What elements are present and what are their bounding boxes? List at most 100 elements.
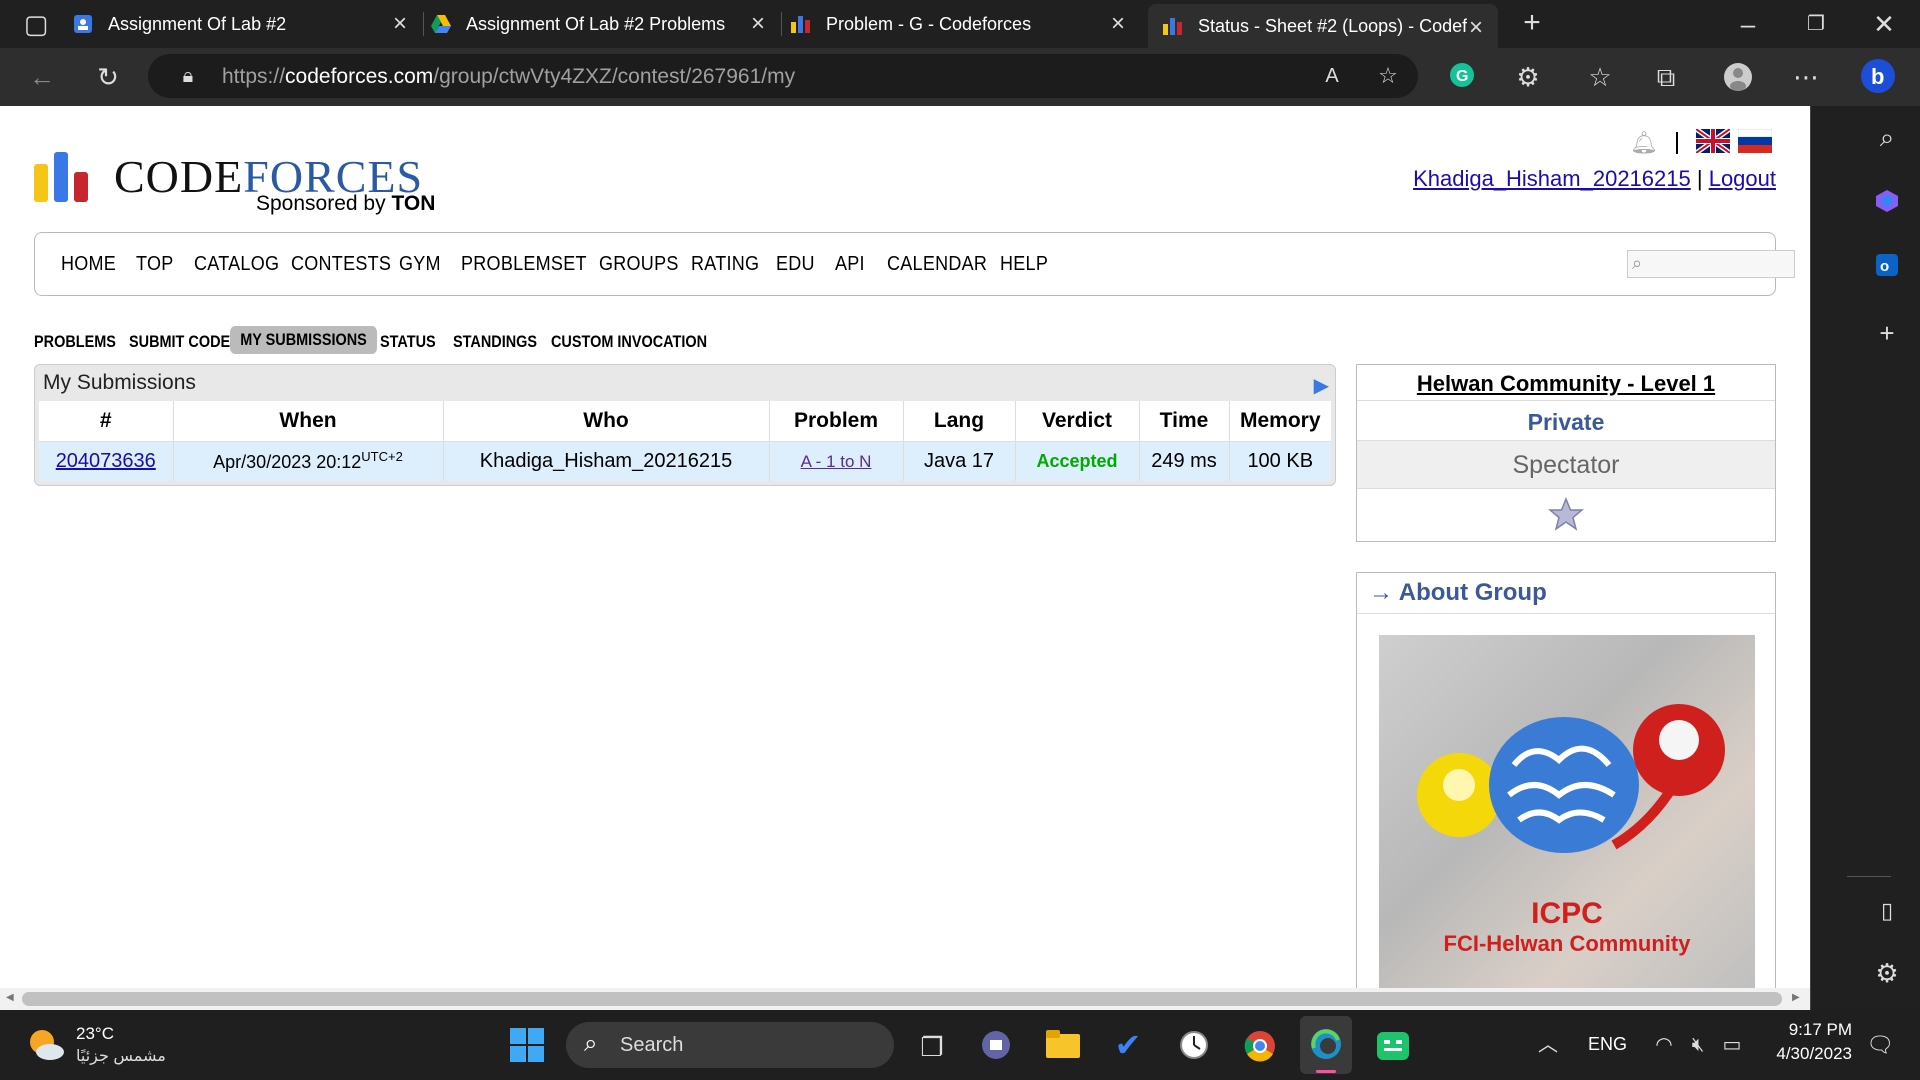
group-name-link[interactable]: Helwan Community - Level 1	[1417, 371, 1715, 396]
problem-link[interactable]: A - 1 to N	[801, 452, 872, 471]
codeforces-logo[interactable]	[34, 142, 94, 202]
tab-4-title: Status - Sheet #2 (Loops) - Codef	[1198, 15, 1468, 36]
add-sidebar-app-icon[interactable]: +	[1871, 318, 1903, 348]
language-flags: 🔔︎	[1630, 126, 1773, 158]
copilot-icon[interactable]	[1871, 188, 1903, 218]
logout-link[interactable]: Logout	[1709, 166, 1776, 191]
submissions-table: # When Who Problem Lang Verdict Time Mem…	[39, 401, 1331, 481]
url-text[interactable]: https://codeforces.com/group/ctwVty4ZXZ/…	[222, 65, 795, 89]
clock-time[interactable]: 9:17 PM	[1788, 1020, 1852, 1040]
nav-calendar[interactable]: CALENDAR	[887, 253, 987, 276]
edge-active-icon[interactable]	[1300, 1016, 1352, 1074]
tab-4-active[interactable]: Status - Sheet #2 (Loops) - Codef ×	[1148, 4, 1498, 48]
subnav-submit-code[interactable]: SUBMIT CODE	[129, 332, 230, 352]
more-icon[interactable]: ⋯	[1790, 62, 1822, 92]
clock-date[interactable]: 4/30/2023	[1770, 1044, 1852, 1064]
chat-app-icon[interactable]	[1376, 1030, 1409, 1060]
nav-home[interactable]: HOME	[61, 253, 116, 276]
wifi-icon[interactable]: ◠	[1648, 1030, 1680, 1060]
clock-app-icon[interactable]	[1178, 1030, 1210, 1060]
submission-id-link[interactable]: 204073636	[56, 450, 156, 472]
horizontal-scrollbar[interactable]: ◀ ▶	[0, 988, 1810, 1010]
svg-text:b: b	[1871, 64, 1884, 89]
read-aloud-icon[interactable]: A	[1316, 61, 1348, 91]
subnav-problems[interactable]: PROBLEMS	[34, 332, 116, 352]
nav-help[interactable]: HELP	[1000, 253, 1048, 276]
settings-icon[interactable]: ⚙	[1871, 958, 1903, 988]
teams-icon[interactable]	[980, 1030, 1012, 1060]
uk-flag-icon[interactable]	[1694, 126, 1732, 158]
search-icon[interactable]: ⌕	[1871, 122, 1903, 152]
nav-problemset[interactable]: PROBLEMSET	[461, 253, 587, 276]
language-indicator[interactable]: ENG	[1588, 1034, 1627, 1055]
profile-icon[interactable]	[1722, 62, 1754, 92]
minimize-icon[interactable]: –	[1732, 9, 1764, 39]
start-icon[interactable]	[510, 1028, 544, 1067]
about-group-box: → About Group ICPC FCI-Helwan Community	[1356, 572, 1776, 988]
todo-icon[interactable]: ✔	[1112, 1029, 1144, 1061]
submissions-title: My Submissions	[43, 371, 196, 394]
close-window-icon[interactable]: ✕	[1868, 9, 1900, 39]
browser-tab-bar: ▢ Assignment Of Lab #2 × Assignment Of L…	[0, 0, 1920, 48]
codeforces-icon	[1162, 15, 1184, 37]
russia-flag-icon[interactable]	[1737, 128, 1773, 158]
about-group-header[interactable]: → About Group	[1369, 579, 1547, 607]
nav-groups[interactable]: GROUPS	[599, 253, 679, 276]
outlook-icon[interactable]: o	[1871, 252, 1903, 282]
close-tab-icon[interactable]: ×	[1464, 16, 1488, 40]
nav-edu[interactable]: EDU	[776, 253, 815, 276]
close-tab-icon[interactable]: ×	[388, 12, 412, 36]
group-image-subtitle: FCI-Helwan Community	[1443, 931, 1691, 956]
grammarly-icon[interactable]: G	[1446, 62, 1478, 92]
username-link[interactable]: Khadiga_Hisham_20216215	[1413, 166, 1691, 191]
sidebar-layout-icon[interactable]: ▯	[1871, 896, 1903, 926]
tab-1[interactable]: Assignment Of Lab #2 ×	[72, 0, 424, 48]
task-view-icon[interactable]: ❐	[916, 1032, 948, 1062]
add-favorite-icon[interactable]: ☆	[1372, 61, 1404, 91]
nav-top[interactable]: TOP	[136, 253, 173, 276]
nav-rating[interactable]: RATING	[691, 253, 759, 276]
subnav-my-submissions[interactable]: MY SUBMISSIONS	[230, 326, 377, 354]
refresh-icon[interactable]: ↻	[92, 62, 124, 92]
notification-bell-icon[interactable]: 🔔︎	[1630, 130, 1658, 156]
submission-who[interactable]: Khadiga_Hisham_20216215	[443, 441, 770, 481]
file-explorer-icon[interactable]	[1046, 1030, 1080, 1060]
sponsor-line: Sponsored by TON	[256, 192, 436, 215]
star-icon[interactable]	[1547, 497, 1585, 535]
subnav-status[interactable]: STATUS	[380, 332, 436, 352]
tab-2[interactable]: Assignment Of Lab #2 Problems ×	[430, 0, 782, 48]
play-arrow-icon[interactable]: ▶	[1314, 373, 1329, 398]
search-input[interactable]: ⌕	[1627, 250, 1795, 278]
subnav-custom-invocation[interactable]: CUSTOM INVOCATION	[551, 332, 707, 352]
volume-muted-icon[interactable]: 🔇︎	[1682, 1030, 1714, 1060]
new-tab-icon[interactable]: +	[1516, 8, 1548, 38]
nav-contests[interactable]: CONTESTS	[291, 253, 391, 276]
group-role: Spectator	[1512, 451, 1620, 479]
bing-chat-icon[interactable]: b	[1860, 58, 1895, 93]
close-tab-icon[interactable]: ×	[746, 12, 770, 36]
weather-widget[interactable]: 23°C مشمس جزئيًا	[26, 1022, 186, 1070]
url-field[interactable]: 🔒︎ https://codeforces.com/group/ctwVty4Z…	[148, 54, 1418, 98]
tab-3[interactable]: Problem - G - Codeforces ×	[790, 0, 1140, 48]
back-icon[interactable]: ←	[26, 62, 58, 92]
svg-text:G: G	[1456, 68, 1468, 85]
collections-icon[interactable]: ⧉	[1650, 62, 1682, 92]
lock-icon[interactable]: 🔒︎	[172, 61, 204, 91]
nav-catalog[interactable]: CATALOG	[194, 253, 279, 276]
restore-icon[interactable]: ❐	[1800, 9, 1832, 39]
notification-center-icon[interactable]: 🗨︎	[1864, 1030, 1896, 1060]
scroll-thumb[interactable]	[22, 992, 1782, 1006]
battery-icon[interactable]: ▭	[1716, 1030, 1748, 1060]
chevron-up-icon[interactable]: ︿	[1532, 1030, 1564, 1060]
chrome-icon[interactable]	[1244, 1030, 1276, 1062]
nav-api[interactable]: API	[835, 253, 865, 276]
extensions-icon[interactable]: ⚙	[1512, 62, 1544, 92]
close-tab-icon[interactable]: ×	[1106, 12, 1130, 36]
codeforces-icon	[790, 13, 812, 35]
tab-3-title: Problem - G - Codeforces	[826, 13, 1032, 34]
subnav-standings[interactable]: STANDINGS	[453, 332, 537, 352]
favorites-icon[interactable]: ☆	[1584, 62, 1616, 92]
tab-actions-icon[interactable]: ▢	[20, 9, 52, 39]
nav-gym[interactable]: GYM	[399, 253, 441, 276]
taskbar-search[interactable]: ⌕ Search	[566, 1022, 894, 1068]
